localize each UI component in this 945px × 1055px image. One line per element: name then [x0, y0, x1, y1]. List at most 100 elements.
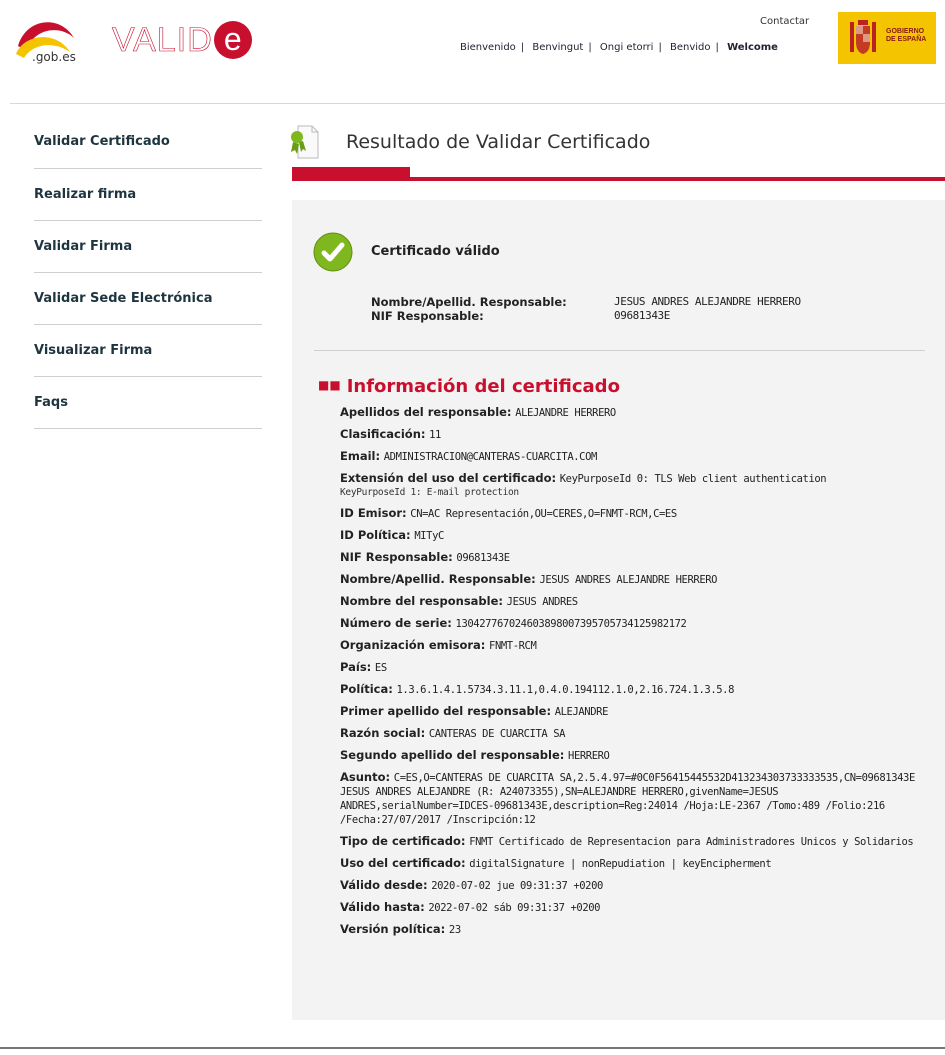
- field-value-secondary: KeyPurposeId 1: E-mail protection: [340, 487, 519, 498]
- field-value: CANTERAS DE CUARCITA SA: [428, 728, 566, 740]
- field-value: KeyPurposeId 0: TLS Web client authentic…: [559, 473, 827, 485]
- field-key: Número de serie:: [340, 616, 452, 630]
- lang-ca[interactable]: Benvingut: [532, 42, 583, 53]
- certificate-field: ID Emisor: CN=AC Representación,OU=CERES…: [340, 507, 930, 521]
- certificate-field: Política: 1.3.6.1.4.1.5734.3.11.1,0.4.0.…: [340, 683, 930, 697]
- certificate-field: Apellidos del responsable: ALEJANDRE HER…: [340, 406, 930, 420]
- lang-es[interactable]: Bienvenido: [460, 42, 516, 53]
- responsable-name-value: JESUS ANDRES ALEJANDRE HERRERO: [614, 295, 801, 308]
- lang-eu[interactable]: Ongi etorri: [600, 42, 654, 53]
- certificate-field: Nombre del responsable: JESUS ANDRES: [340, 595, 930, 609]
- certificate-field: NIF Responsable: 09681343E: [340, 551, 930, 565]
- sidebar-item-validar-sede[interactable]: Validar Sede Electrónica: [34, 273, 262, 325]
- gob-es-text: .gob.es: [32, 50, 76, 64]
- sidebar-nav: Validar Certificado Realizar firma Valid…: [34, 116, 262, 429]
- certificate-field: Asunto: C=ES,O=CANTERAS DE CUARCITA SA,2…: [340, 771, 930, 827]
- certificate-field: Segundo apellido del responsable: HERRER…: [340, 749, 930, 763]
- field-value: 23: [448, 924, 461, 936]
- field-value: CN=AC Representación,OU=CERES,O=FNMT-RCM…: [410, 508, 677, 520]
- responsable-labels: Nombre/Apellid. Responsable: NIF Respons…: [371, 295, 567, 323]
- field-value: digitalSignature | nonRepudiation | keyE…: [469, 858, 772, 870]
- field-key: Versión política:: [340, 922, 446, 936]
- certificate-info-heading: ■■ Información del certificado: [318, 376, 620, 397]
- field-key: Extensión del uso del certificado:: [340, 471, 557, 485]
- sidebar-item-faqs[interactable]: Faqs: [34, 377, 262, 429]
- certificate-field: Nombre/Apellid. Responsable: JESUS ANDRE…: [340, 573, 930, 587]
- field-key: Tipo de certificado:: [340, 834, 466, 848]
- field-key: Nombre/Apellid. Responsable:: [340, 572, 536, 586]
- field-key: Razón social:: [340, 726, 426, 740]
- field-key: Asunto:: [340, 770, 391, 784]
- field-key: Segundo apellido del responsable:: [340, 748, 565, 762]
- bottom-divider: [0, 1047, 945, 1049]
- field-key: NIF Responsable:: [340, 550, 453, 564]
- field-value: JESUS ANDRES ALEJANDRE HERRERO: [539, 574, 718, 586]
- section-divider: [314, 350, 925, 351]
- coat-of-arms-icon: [850, 20, 876, 54]
- field-value: C=ES,O=CANTERAS DE CUARCITA SA,2.5.4.97=…: [340, 772, 915, 826]
- gobierno-text: GOBIERNO DE ESPAÑA: [886, 28, 927, 43]
- field-key: Primer apellido del responsable:: [340, 704, 552, 718]
- gob-es-logo[interactable]: .gob.es: [12, 8, 104, 68]
- certificate-field: Email: ADMINISTRACION@CANTERAS-CUARCITA.…: [340, 450, 930, 464]
- field-key: Uso del certificado:: [340, 856, 466, 870]
- certificate-field: Primer apellido del responsable: ALEJAND…: [340, 705, 930, 719]
- field-value: 11: [429, 429, 441, 441]
- valide-logo-text: VALID: [112, 20, 213, 59]
- field-key: Nombre del responsable:: [340, 594, 504, 608]
- field-value: ALEJANDRE: [554, 706, 609, 718]
- sidebar-item-validar-certificado[interactable]: Validar Certificado: [34, 116, 262, 169]
- contact-link[interactable]: Contactar: [760, 16, 809, 27]
- gobierno-espana-badge[interactable]: GOBIERNO DE ESPAÑA: [838, 12, 936, 64]
- field-key: Organización emisora:: [340, 638, 486, 652]
- field-key: Apellidos del responsable:: [340, 405, 512, 419]
- valide-logo-e: e: [213, 21, 252, 59]
- field-key: Clasificación:: [340, 427, 426, 441]
- field-value: 09681343E: [456, 552, 510, 564]
- field-key: Válido desde:: [340, 878, 428, 892]
- field-value: 1.3.6.1.4.1.5734.3.11.1,0.4.0.194112.1.0…: [396, 684, 735, 696]
- field-value: MITyC: [414, 530, 444, 542]
- sidebar-item-realizar-firma[interactable]: Realizar firma: [34, 169, 262, 221]
- field-key: ID Emisor:: [340, 506, 407, 520]
- validation-status: Certificado válido: [371, 244, 500, 259]
- sidebar-item-validar-firma[interactable]: Validar Firma: [34, 221, 262, 273]
- lang-gl[interactable]: Benvido: [670, 42, 711, 53]
- check-circle-icon: [313, 232, 353, 272]
- field-value: JESUS ANDRES: [506, 596, 578, 608]
- certificate-field: Razón social: CANTERAS DE CUARCITA SA: [340, 727, 930, 741]
- title-underline: [292, 167, 945, 181]
- certificate-field: Clasificación: 11: [340, 428, 930, 442]
- field-value: 2022-07-02 sáb 09:31:37 +0200: [428, 902, 601, 914]
- field-key: Válido hasta:: [340, 900, 425, 914]
- field-key: ID Política:: [340, 528, 411, 542]
- certificate-field: Uso del certificado: digitalSignature | …: [340, 857, 930, 871]
- responsable-name-label: Nombre/Apellid. Responsable:: [371, 295, 567, 309]
- certificate-field: ID Política: MITyC: [340, 529, 930, 543]
- field-key: Política:: [340, 682, 393, 696]
- header-divider: [10, 103, 945, 104]
- certificate-field: Versión política: 23: [340, 923, 930, 937]
- field-value: 130427767024603898007395705734125982172: [455, 618, 687, 630]
- certificate-fields: Apellidos del responsable: ALEJANDRE HER…: [340, 406, 930, 945]
- field-value: HERRERO: [568, 750, 610, 762]
- certificate-field: Extensión del uso del certificado: KeyPu…: [340, 472, 930, 499]
- valide-logo[interactable]: VALID e: [112, 20, 252, 60]
- sidebar-item-visualizar-firma[interactable]: Visualizar Firma: [34, 325, 262, 377]
- field-value: ADMINISTRACION@CANTERAS-CUARCITA.COM: [383, 451, 598, 463]
- page-title: Resultado de Validar Certificado: [346, 131, 651, 153]
- bullet-icon: ■■: [318, 378, 341, 392]
- field-value: ALEJANDRE HERRERO: [515, 407, 616, 419]
- field-value: 2020-07-02 jue 09:31:37 +0200: [431, 880, 603, 892]
- certificate-icon: [291, 125, 319, 159]
- field-key: País:: [340, 660, 372, 674]
- certificate-field: Válido desde: 2020-07-02 jue 09:31:37 +0…: [340, 879, 930, 893]
- field-key: Email:: [340, 449, 381, 463]
- responsable-nif-label: NIF Responsable:: [371, 309, 484, 323]
- lang-en[interactable]: Welcome: [727, 42, 778, 53]
- field-value: ES: [374, 662, 387, 674]
- language-selector: Bienvenido | Benvingut | Ongi etorri | Benv…: [460, 42, 778, 53]
- certificate-field: Número de serie: 13042776702460389800739…: [340, 617, 930, 631]
- field-value: FNMT Certificado de Representacion para …: [469, 836, 914, 848]
- responsable-nif-value: 09681343E: [614, 309, 671, 322]
